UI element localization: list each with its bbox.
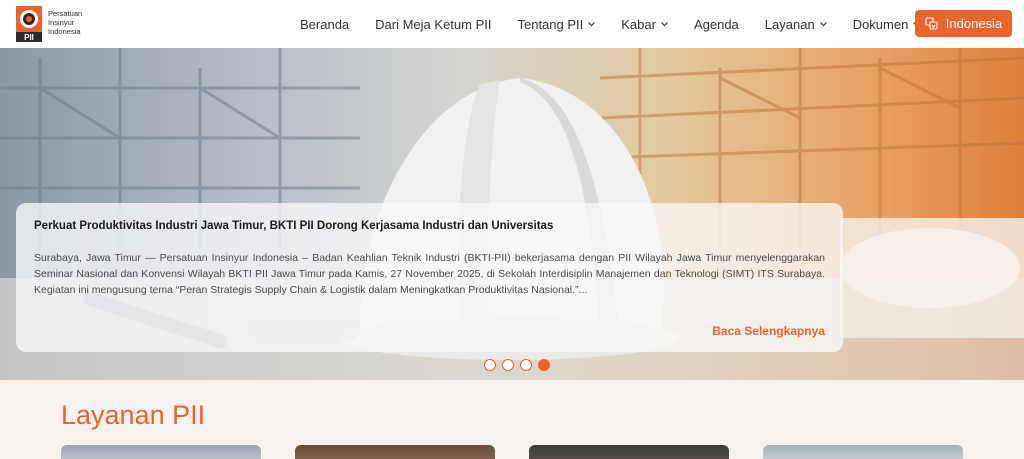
main-nav: Beranda Dari Meja Ketum PII Tentang PII … <box>300 0 921 48</box>
pii-logo[interactable]: PII <box>16 6 42 42</box>
nav-beranda[interactable]: Beranda <box>300 17 349 32</box>
nav-tentang-pii[interactable]: Tentang PII <box>517 16 596 32</box>
language-button[interactable]: Indonesia <box>915 10 1012 37</box>
hero-slider: Perkuat Produktivitas Industri Jawa Timu… <box>0 48 1024 380</box>
chevron-down-icon <box>819 21 827 26</box>
slider-dots <box>484 359 550 371</box>
nav-label: Dokumen <box>852 16 909 32</box>
services-title: Layanan PII <box>61 400 206 430</box>
chevron-down-icon <box>661 21 668 26</box>
nav-label: Layanan <box>764 16 815 32</box>
logo-line-1: Persatuan <box>48 9 83 18</box>
read-more-link[interactable]: Baca Selengkapnya <box>712 324 825 338</box>
logo-badge-text: PII <box>24 33 34 42</box>
hero-caption: Perkuat Produktivitas Industri Jawa Timu… <box>16 203 843 352</box>
language-label: Indonesia <box>945 16 1003 31</box>
slide-dot-4[interactable] <box>538 359 550 371</box>
hero-body: Surabaya, Jawa Timur — Persatuan Insinyu… <box>34 252 825 296</box>
service-card[interactable] <box>295 445 495 459</box>
slide-dot-2[interactable] <box>502 359 514 371</box>
logo-wordmark: Persatuan Insinyur Indonesia <box>48 9 118 36</box>
logo-line-2: Insinyur <box>48 18 75 27</box>
nav-label: Beranda <box>300 16 350 32</box>
hero-title: Perkuat Produktivitas Industri Jawa Timu… <box>34 220 554 232</box>
service-card[interactable] <box>763 445 963 459</box>
nav-label: Kabar <box>621 16 656 32</box>
logo-line-3: Indonesia <box>48 27 81 36</box>
slide-dot-1[interactable] <box>484 359 496 371</box>
site-header: PII Persatuan Insinyur Indonesia Beranda… <box>0 0 1024 48</box>
nav-layanan[interactable]: Layanan <box>765 17 827 32</box>
nav-dokumen[interactable]: Dokumen <box>853 17 921 32</box>
slide-dot-3[interactable] <box>520 359 532 371</box>
translate-icon <box>925 17 938 30</box>
nav-label: Agenda <box>693 16 739 32</box>
nav-label: Tentang PII <box>517 16 584 32</box>
nav-kabar[interactable]: Kabar <box>621 17 668 32</box>
chevron-down-icon <box>588 21 596 26</box>
nav-label: Dari Meja Ketum PII <box>375 16 492 32</box>
nav-agenda[interactable]: Agenda <box>694 17 739 32</box>
service-card[interactable] <box>529 445 729 459</box>
service-card[interactable] <box>61 445 261 459</box>
nav-dari-meja-ketum[interactable]: Dari Meja Ketum PII <box>375 17 491 32</box>
